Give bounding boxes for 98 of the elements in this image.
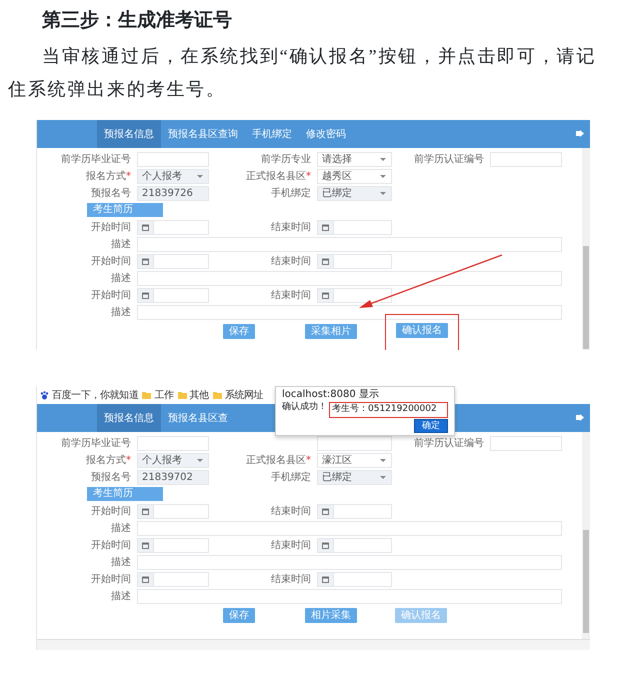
text-field[interactable] xyxy=(137,555,562,570)
field-label: 前学历认证编号 xyxy=(413,154,484,166)
calendar-icon xyxy=(142,576,149,583)
field-label: 开始时间 xyxy=(90,222,131,234)
logout-icon[interactable] xyxy=(576,130,584,137)
dropdown[interactable]: 请选择 xyxy=(317,152,392,167)
field-label: 前学历专业 xyxy=(260,154,311,166)
logout-icon[interactable] xyxy=(576,414,584,421)
caret-icon xyxy=(197,175,203,178)
field-label: 前学历毕业证号 xyxy=(60,154,131,166)
nav-tab[interactable]: 预报名信息 xyxy=(97,120,161,148)
calendar-icon xyxy=(142,292,149,299)
nav-tab[interactable]: 预报名信息 xyxy=(97,404,161,432)
field-label: 结束时间 xyxy=(270,290,311,302)
calendar-icon xyxy=(322,508,329,515)
field-label: 预报名号 xyxy=(90,472,131,484)
field-label: 前学历毕业证号 xyxy=(60,438,131,450)
field-label: 报名方式* xyxy=(85,170,131,182)
text-field[interactable] xyxy=(137,521,562,536)
date-field[interactable] xyxy=(137,538,209,553)
scrollbar[interactable] xyxy=(582,148,590,350)
field-label: 结束时间 xyxy=(270,506,311,518)
bookmark[interactable]: 工作 xyxy=(142,388,174,402)
folder-icon xyxy=(142,391,152,399)
folder-icon xyxy=(212,391,222,399)
calendar-icon xyxy=(322,542,329,549)
caret-icon xyxy=(380,175,386,178)
text-field[interactable] xyxy=(137,237,562,252)
date-field[interactable] xyxy=(317,538,392,553)
caret-icon xyxy=(380,459,386,462)
field-label: 开始时间 xyxy=(90,540,131,552)
field-label: 开始时间 xyxy=(90,290,131,302)
field-label: 正式报名县区* xyxy=(245,170,311,182)
date-field[interactable] xyxy=(137,220,209,235)
field-label: 结束时间 xyxy=(270,574,311,586)
calendar-icon xyxy=(322,224,329,231)
text-field[interactable] xyxy=(490,152,562,167)
date-field[interactable] xyxy=(137,288,209,303)
bookmark[interactable]: 其他 xyxy=(178,388,209,402)
text-field[interactable] xyxy=(490,436,562,451)
dropdown[interactable]: 濠江区 xyxy=(317,453,392,468)
calendar-icon xyxy=(142,224,149,231)
field-label: 描述 xyxy=(110,556,131,568)
field-label: 开始时间 xyxy=(90,574,131,586)
calendar-icon xyxy=(322,258,329,265)
calendar-icon xyxy=(322,292,329,299)
field-label: 报名方式* xyxy=(85,454,131,466)
caret-icon xyxy=(380,476,386,479)
dialog-message: 确认成功！ xyxy=(282,402,327,413)
field-label: 手机绑定 xyxy=(270,472,311,484)
field-label: 结束时间 xyxy=(270,540,311,552)
ok-button[interactable]: 确定 xyxy=(414,419,448,433)
dropdown[interactable]: 越秀区 xyxy=(317,169,392,184)
field-label: 前学历认证编号 xyxy=(413,438,484,450)
field-label: 开始时间 xyxy=(90,506,131,518)
section-header: 考生简历 xyxy=(87,203,163,217)
dialog-title: localhost:8080 显示 xyxy=(282,389,380,401)
field-label: 手机绑定 xyxy=(270,188,311,200)
date-field[interactable] xyxy=(137,572,209,587)
field-label: 描述 xyxy=(110,238,131,250)
calendar-icon xyxy=(142,258,149,265)
calendar-icon xyxy=(142,542,149,549)
date-field[interactable] xyxy=(137,504,209,519)
field-label: 描述 xyxy=(110,590,131,602)
caret-icon xyxy=(197,459,203,462)
date-field[interactable] xyxy=(317,254,392,269)
field-label: 描述 xyxy=(110,272,131,284)
text-field[interactable] xyxy=(137,436,209,451)
scrollbar[interactable] xyxy=(582,432,590,639)
folder-icon xyxy=(178,391,187,399)
paw-icon xyxy=(40,390,49,400)
date-field[interactable] xyxy=(317,288,392,303)
date-field[interactable] xyxy=(317,504,392,519)
bookmark[interactable]: 系统网址 xyxy=(212,388,264,402)
text-field[interactable] xyxy=(137,271,562,286)
field-label: 结束时间 xyxy=(270,256,311,268)
candidate-number: 考生号：051219200002 xyxy=(329,402,448,418)
text-field[interactable] xyxy=(137,305,562,320)
bookmark[interactable]: 百度一下，你就知道 xyxy=(40,388,138,402)
heading: 第三步：生成准考证号 xyxy=(42,8,232,33)
field-label: 描述 xyxy=(110,522,131,534)
section-header: 考生简历 xyxy=(87,487,163,501)
field-label: 结束时间 xyxy=(270,222,311,234)
field-label: 描述 xyxy=(110,306,131,318)
calendar-icon xyxy=(322,576,329,583)
date-field[interactable] xyxy=(317,220,392,235)
caret-icon xyxy=(380,192,386,195)
text-field[interactable] xyxy=(137,589,562,604)
caret-icon xyxy=(380,158,386,161)
dropdown[interactable] xyxy=(317,436,392,451)
text-field[interactable] xyxy=(137,152,209,167)
date-field[interactable] xyxy=(137,254,209,269)
field-label: 正式报名县区* xyxy=(245,454,311,466)
field-label: 预报名号 xyxy=(90,188,131,200)
date-field[interactable] xyxy=(317,572,392,587)
paragraph: 当审核通过后，在系统找到“确认报名”按钮，并点击即可，请记住系统弹出来的考生号。 xyxy=(8,45,598,101)
calendar-icon xyxy=(142,508,149,515)
field-label: 开始时间 xyxy=(90,256,131,268)
